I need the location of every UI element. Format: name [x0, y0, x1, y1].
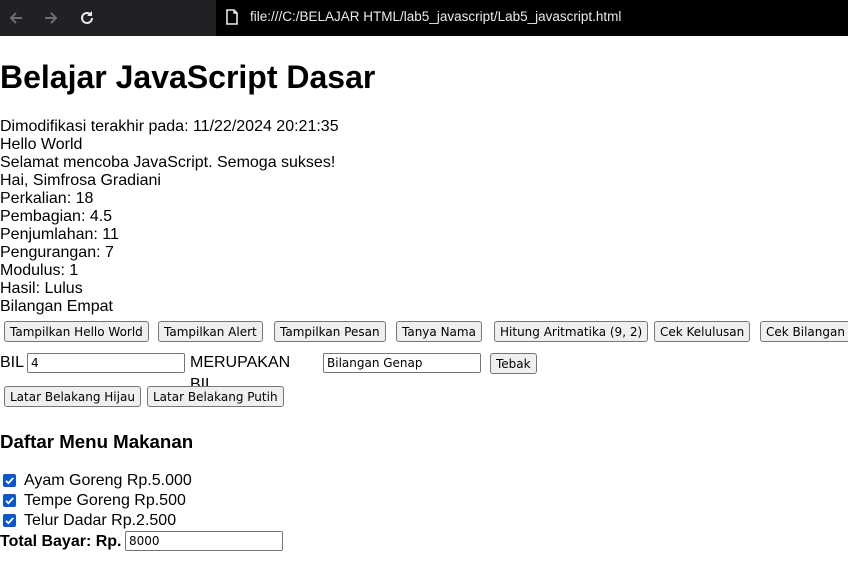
- reload-icon: [81, 11, 93, 24]
- guess-button[interactable]: Tebak: [490, 353, 537, 374]
- greeting-text: Hai, Simfrosa Gradiani: [0, 172, 161, 189]
- addition-text: Penjumlahan: 11: [0, 226, 119, 243]
- checkbox-tempe-goreng[interactable]: [3, 494, 16, 507]
- checkmark-icon: [5, 477, 14, 485]
- arrow-right-icon: [45, 12, 58, 24]
- back-button[interactable]: [4, 6, 28, 30]
- arrow-left-icon: [9, 12, 22, 24]
- output-lines: Dimodifikasi terakhir pada: 11/22/2024 2…: [0, 118, 339, 316]
- hello-world-button[interactable]: Tampilkan Hello World: [4, 321, 149, 342]
- checkbox-telur-dadar[interactable]: [3, 514, 16, 527]
- message-button[interactable]: Tampilkan Pesan: [274, 321, 386, 342]
- result-text: Hasil: Lulus: [0, 280, 83, 297]
- graduation-button[interactable]: Cek Kelulusan: [654, 321, 751, 342]
- forward-button[interactable]: [39, 6, 63, 30]
- number-input[interactable]: [27, 353, 185, 373]
- menu-heading: Daftar Menu Makanan: [0, 431, 194, 452]
- menu-item-label: Tempe Goreng Rp.500: [24, 492, 186, 509]
- file-icon: [226, 9, 238, 25]
- bil-label: BIL: [0, 354, 25, 371]
- menu-item-label: Ayam Goreng Rp.5.000: [24, 472, 192, 489]
- browser-toolbar: file:///C:/BELAJAR HTML/lab5_javascript/…: [0, 0, 848, 36]
- check-number-button[interactable]: Cek Bilangan: [760, 321, 848, 342]
- reload-button[interactable]: [75, 6, 99, 30]
- result-field[interactable]: [323, 353, 481, 373]
- menu-item-label: Telur Dadar Rp.2.500: [24, 512, 177, 529]
- white-background-button[interactable]: Latar Belakang Putih: [147, 386, 284, 407]
- division-text: Pembagian: 4.5: [0, 208, 113, 225]
- total-input[interactable]: [125, 531, 283, 551]
- welcome-text: Selamat mencoba JavaScript. Semoga sukse…: [0, 154, 336, 171]
- modulus-text: Modulus: 1: [0, 262, 79, 279]
- address-bar[interactable]: file:///C:/BELAJAR HTML/lab5_javascript/…: [216, 0, 848, 36]
- subtraction-text: Pengurangan: 7: [0, 244, 114, 261]
- checkmark-icon: [5, 517, 14, 525]
- checkbox-ayam-goreng[interactable]: [3, 474, 16, 487]
- alert-button[interactable]: Tampilkan Alert: [158, 321, 263, 342]
- total-label: Total Bayar: Rp.: [0, 533, 122, 550]
- url-text: file:///C:/BELAJAR HTML/lab5_javascript/…: [250, 9, 622, 24]
- arithmetic-button[interactable]: Hitung Aritmatika (9, 2): [494, 321, 649, 342]
- ask-name-button[interactable]: Tanya Nama: [396, 321, 482, 342]
- checkmark-icon: [5, 497, 14, 505]
- number-text: Bilangan Empat: [0, 298, 113, 315]
- hello-world-text: Hello World: [0, 136, 83, 153]
- page-title: Belajar JavaScript Dasar: [0, 59, 376, 95]
- multiplication-text: Perkalian: 18: [0, 190, 94, 207]
- green-background-button[interactable]: Latar Belakang Hijau: [4, 386, 141, 407]
- last-modified-text: Dimodifikasi terakhir pada: 11/22/2024 2…: [0, 118, 339, 135]
